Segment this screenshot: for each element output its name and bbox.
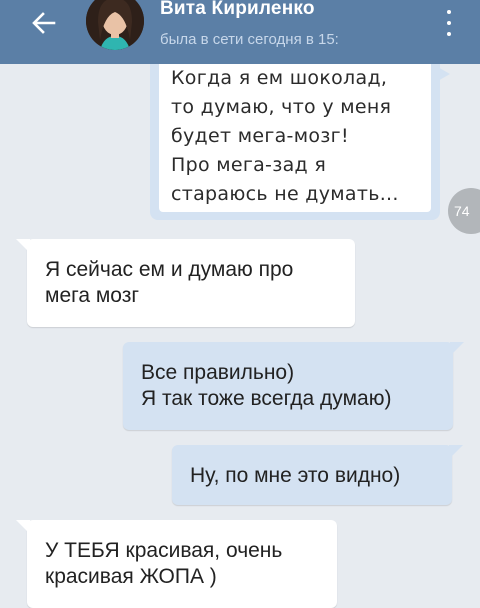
incoming-message[interactable]: У ТЕБЯ красивая, очень красивая ЖОПА ) xyxy=(16,520,337,608)
outgoing-message[interactable]: Ну, по мне это видно) xyxy=(172,445,463,505)
back-button[interactable] xyxy=(22,10,66,36)
image-caption-text: Когда я ем шоколад, то думаю, что у меня… xyxy=(171,67,399,205)
avatar[interactable] xyxy=(86,0,144,50)
incoming-message[interactable]: Я сейчас ем и думаю про мега мозг xyxy=(16,239,355,327)
outgoing-image-message[interactable]: Когда я ем шоколад, то думаю, что у меня… xyxy=(150,56,450,220)
image-counter-badge: 74 xyxy=(448,188,480,234)
message-text: Ну, по мне это видно) xyxy=(190,464,401,487)
message-text: Я сейчас ем и думаю про мега мозг xyxy=(45,258,294,307)
arrow-left-icon xyxy=(32,12,56,34)
avatar-image xyxy=(86,0,144,50)
chat-header: Вита Кириленко была в сети сегодня в 15: xyxy=(0,0,480,64)
image-attachment[interactable]: Когда я ем шоколад, то думаю, что у меня… xyxy=(159,56,431,212)
last-seen-status: была в сети сегодня в 15: xyxy=(160,31,339,48)
contact-name[interactable]: Вита Кириленко xyxy=(160,0,315,20)
message-text: У ТЕБЯ красивая, очень красивая ЖОПА ) xyxy=(45,539,283,588)
message-text: Все правильно) Я так тоже всегда думаю) xyxy=(141,361,392,410)
more-vert-icon[interactable] xyxy=(442,10,456,36)
outgoing-message[interactable]: Все правильно) Я так тоже всегда думаю) xyxy=(123,342,464,430)
